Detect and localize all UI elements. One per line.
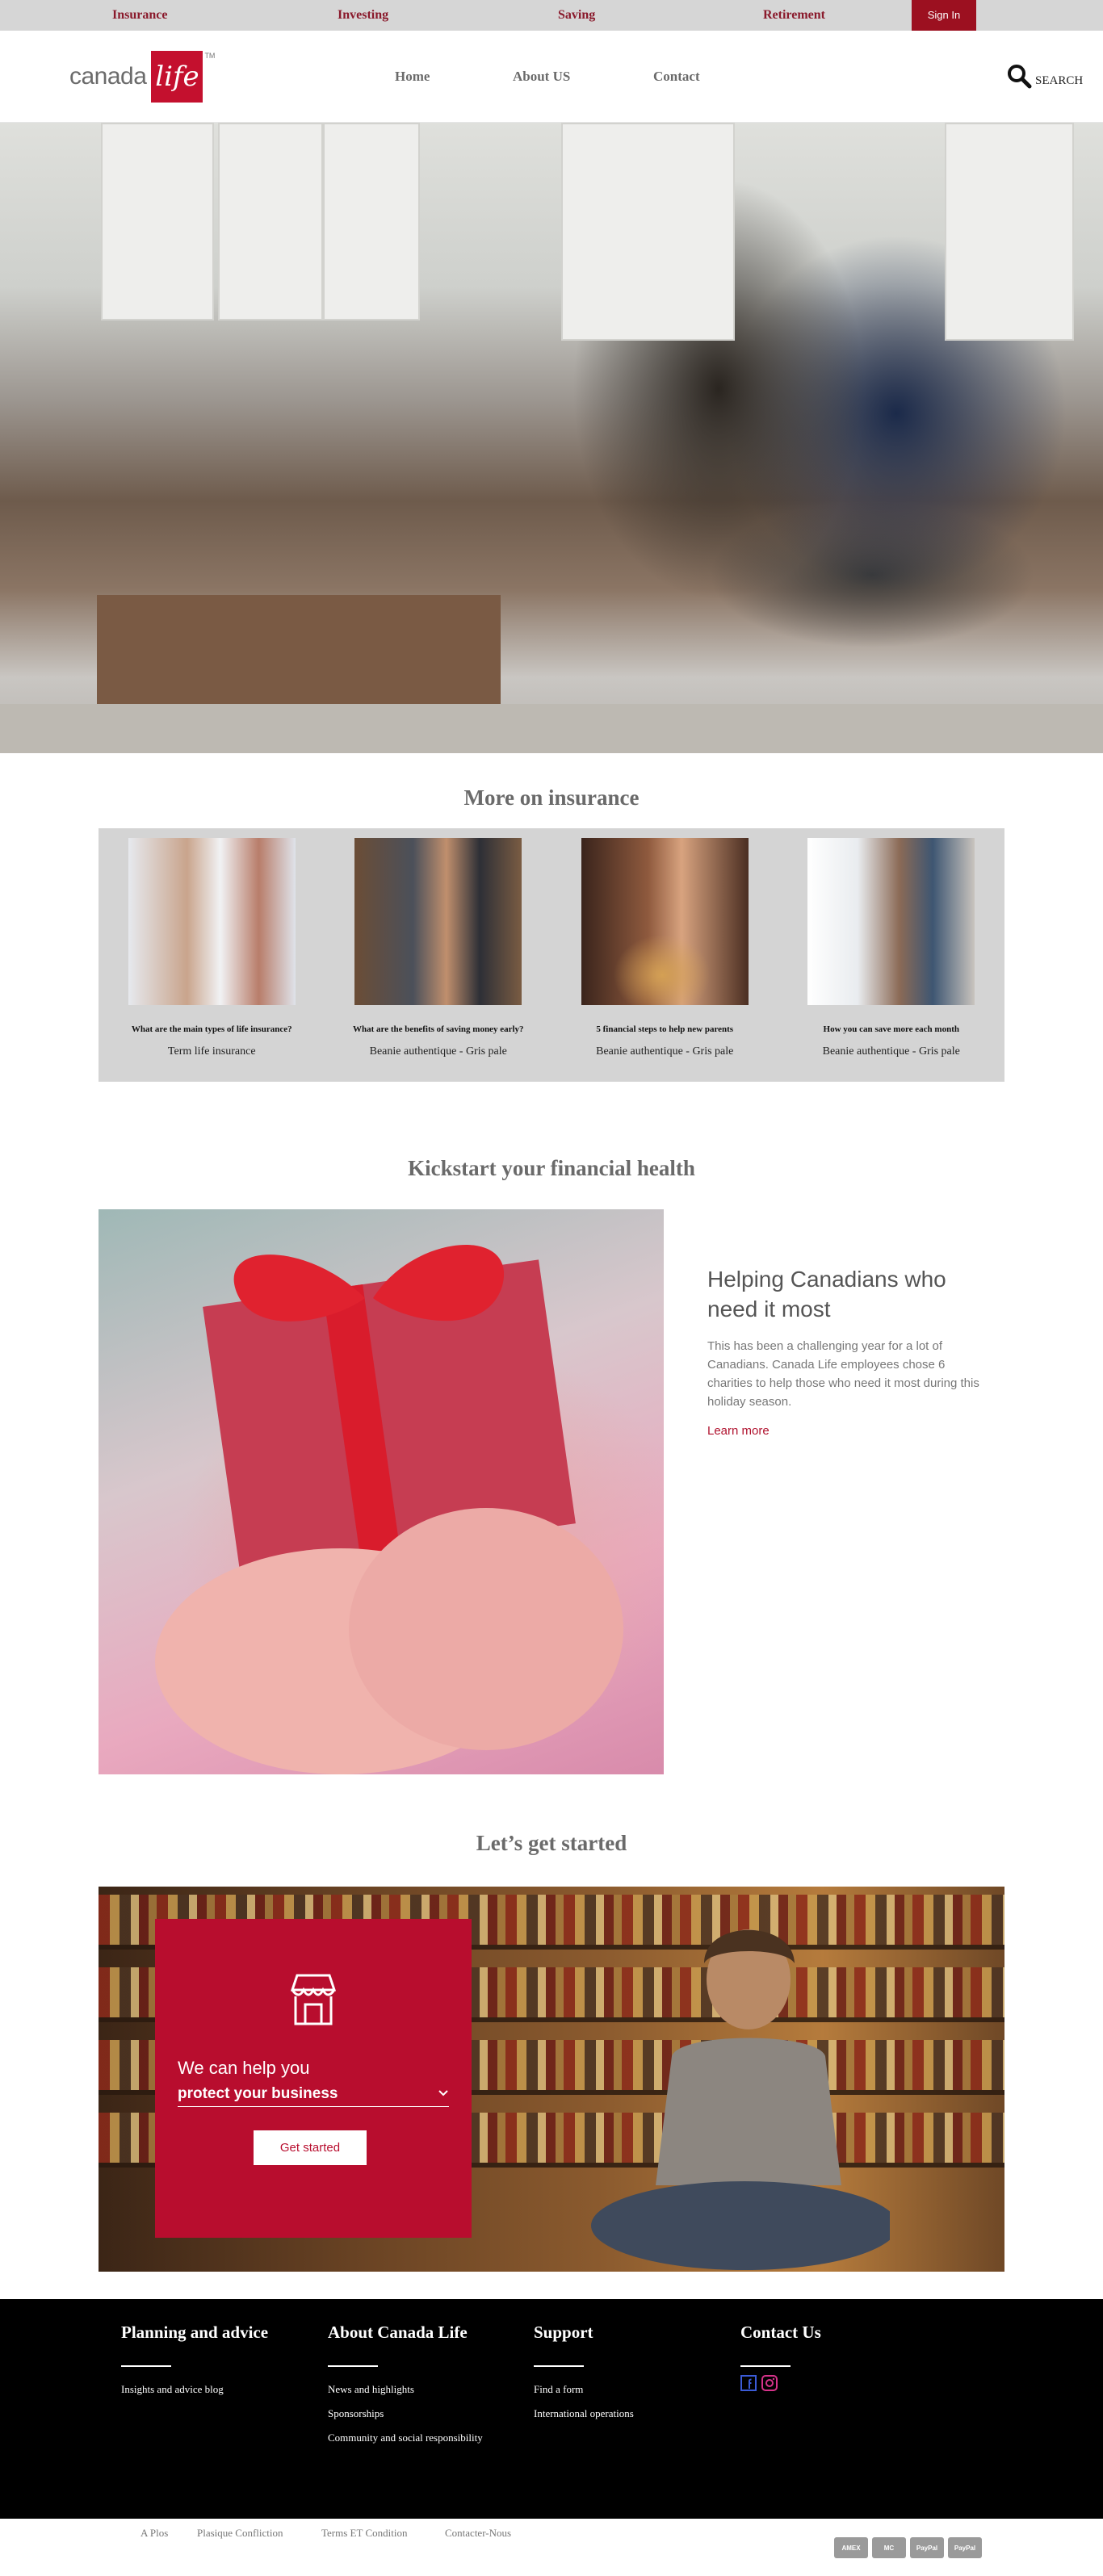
- footer-heading: Planning and advice: [121, 2323, 269, 2342]
- help-text: We can help you: [178, 2058, 310, 2078]
- logo-box: life: [151, 51, 203, 103]
- instagram-icon[interactable]: [761, 2375, 778, 2395]
- top-utility-bar: Insurance Investing Saving Retirement Si…: [0, 0, 1103, 31]
- get-started-button[interactable]: Get started: [254, 2130, 367, 2165]
- nav-about-us[interactable]: About US: [513, 31, 570, 123]
- card-subtitle: Beanie authentique - Gris pale: [822, 1045, 960, 1058]
- social-links: [740, 2375, 942, 2395]
- card-subtitle: Beanie authentique - Gris pale: [369, 1045, 507, 1058]
- site-footer: Planning and advice Insights and advice …: [0, 2299, 1103, 2519]
- sign-in-button[interactable]: Sign In: [912, 0, 976, 31]
- mastercard-icon: MC: [872, 2537, 906, 2558]
- footer-divider: [121, 2365, 171, 2367]
- man-reading-image: [591, 1929, 890, 2270]
- learn-more-link[interactable]: Learn more: [707, 1424, 770, 1438]
- storefront-icon: [283, 1969, 344, 2034]
- footer-heading: About Canada Life: [328, 2323, 468, 2342]
- card-question: What are the main types of life insuranc…: [131, 1024, 292, 1034]
- gift-image: [99, 1209, 664, 1774]
- card-image: [581, 838, 749, 1005]
- footer-link[interactable]: Insights and advice blog: [121, 2383, 323, 2396]
- footer-column-support: Support Find a form International operat…: [534, 2323, 736, 2431]
- topnav-saving[interactable]: Saving: [558, 0, 595, 31]
- footer-divider: [740, 2365, 791, 2367]
- help-topic-select[interactable]: protect your business: [178, 2085, 449, 2107]
- legal-bar: A Plos Plasique Confliction Terms ET Con…: [0, 2519, 1103, 2574]
- card-image: [354, 838, 522, 1005]
- logo-word: canada: [69, 63, 147, 90]
- kickstart-text: Helping Canadians who need it most This …: [707, 1264, 982, 1439]
- kickstart-heading: Helping Canadians who need it most: [707, 1267, 946, 1322]
- help-panel: We can help you protect your business Ge…: [155, 1919, 472, 2238]
- card-question: What are the benefits of saving money ea…: [352, 1024, 524, 1034]
- card-question: 5 financial steps to help new parents: [596, 1024, 734, 1034]
- card-image: [807, 838, 975, 1005]
- footer-divider: [328, 2365, 378, 2367]
- amex-icon: AMEX: [834, 2537, 868, 2558]
- footer-link[interactable]: International operations: [534, 2407, 736, 2420]
- logo-trademark: TM: [204, 52, 216, 60]
- help-topic-value: protect your business: [178, 2085, 338, 2102]
- paypal-icon: PayPal: [948, 2537, 982, 2558]
- footer-heading: Contact Us: [740, 2323, 821, 2342]
- footer-link[interactable]: News and highlights: [328, 2383, 530, 2396]
- insurance-cards: What are the main types of life insuranc…: [99, 828, 1004, 1082]
- card-image: [128, 838, 296, 1005]
- more-on-insurance-title: More on insurance: [463, 785, 640, 810]
- legal-link[interactable]: Plasique Confliction: [197, 2527, 283, 2540]
- footer-link[interactable]: Community and social responsibility: [328, 2431, 530, 2444]
- hero-image: [0, 123, 1103, 753]
- facebook-icon[interactable]: [740, 2375, 757, 2395]
- footer-column-planning: Planning and advice Insights and advice …: [121, 2323, 323, 2407]
- search-label: SEARCH: [1035, 74, 1084, 87]
- nav-home[interactable]: Home: [395, 31, 430, 123]
- footer-heading: Support: [534, 2323, 593, 2342]
- footer-divider: [534, 2365, 584, 2367]
- insurance-card[interactable]: How you can save more each month Beanie …: [778, 838, 1005, 1082]
- footer-column-about: About Canada Life News and highlights Sp…: [328, 2323, 530, 2456]
- paypal-icon: PayPal: [910, 2537, 944, 2558]
- footer-link[interactable]: Sponsorships: [328, 2407, 530, 2420]
- card-question: How you can save more each month: [823, 1024, 959, 1034]
- insurance-card[interactable]: What are the main types of life insuranc…: [99, 838, 325, 1082]
- nav-contact[interactable]: Contact: [653, 31, 700, 123]
- insurance-card[interactable]: What are the benefits of saving money ea…: [325, 838, 552, 1082]
- kickstart-title: Kickstart your financial health: [408, 1156, 695, 1180]
- legal-link[interactable]: Contacter-Nous: [445, 2527, 511, 2540]
- footer-link[interactable]: Find a form: [534, 2383, 736, 2396]
- topnav-investing[interactable]: Investing: [338, 0, 388, 31]
- search-button[interactable]: SEARCH: [1006, 63, 1083, 93]
- search-icon: [1006, 63, 1032, 93]
- lets-get-started-title: Let’s get started: [476, 1831, 627, 1855]
- get-started-banner: We can help you protect your business Ge…: [99, 1887, 1004, 2272]
- kickstart-body: This has been a challenging year for a l…: [707, 1339, 979, 1409]
- insurance-card[interactable]: 5 financial steps to help new parents Be…: [552, 838, 778, 1082]
- legal-link[interactable]: Terms ET Condition: [321, 2527, 407, 2540]
- footer-column-contact: Contact Us: [740, 2323, 942, 2395]
- card-subtitle: Term life insurance: [167, 1045, 256, 1058]
- kickstart-section: Helping Canadians who need it most This …: [99, 1209, 1004, 1774]
- topnav-retirement[interactable]: Retirement: [763, 0, 825, 31]
- card-subtitle: Beanie authentique - Gris pale: [596, 1045, 734, 1058]
- topnav-insurance[interactable]: Insurance: [112, 0, 167, 31]
- legal-link[interactable]: A Plos: [140, 2527, 168, 2540]
- site-header: canada life TM Home About US Contact SEA…: [0, 31, 1103, 123]
- chevron-down-icon: [438, 2087, 449, 2101]
- canada-life-logo[interactable]: canada life TM: [69, 48, 215, 105]
